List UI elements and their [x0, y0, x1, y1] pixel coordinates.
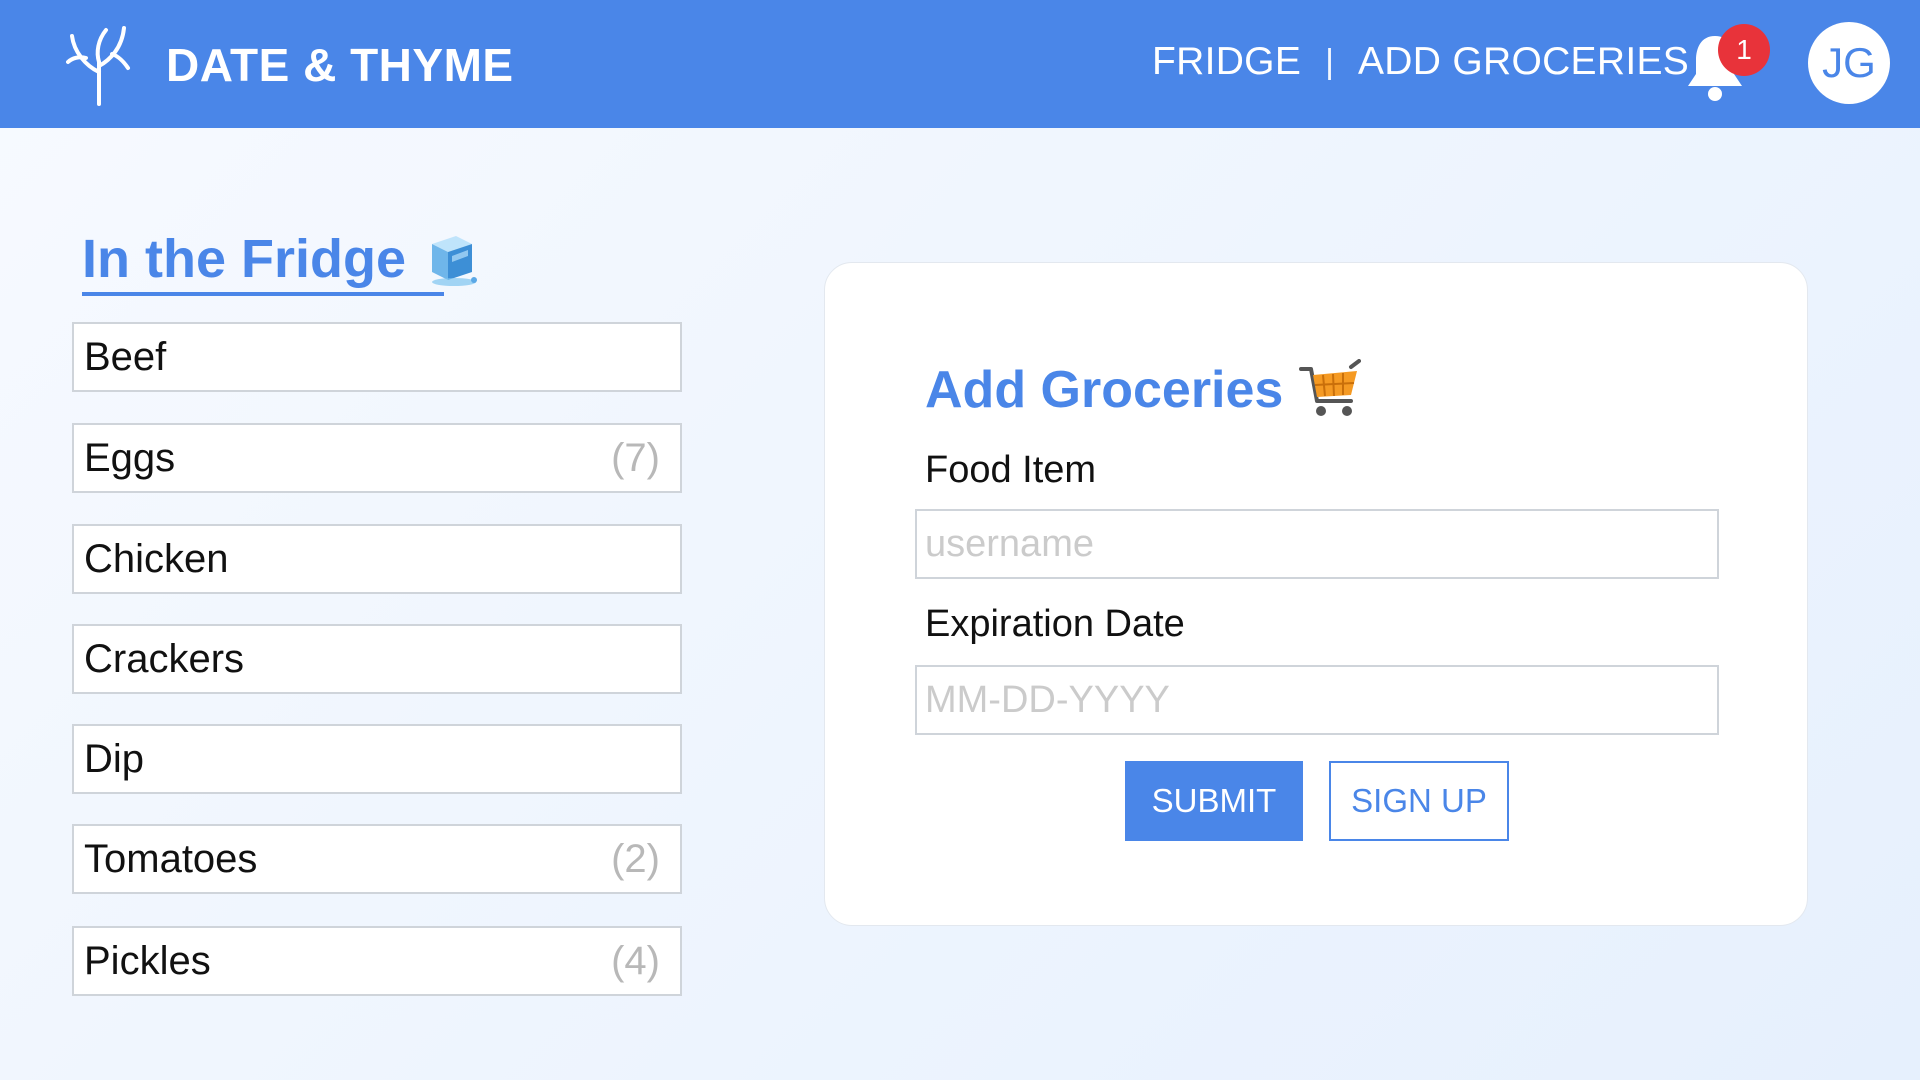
avatar[interactable]: JG	[1808, 22, 1890, 104]
item-name: Pickles	[84, 938, 211, 983]
item-count: (2)	[611, 836, 660, 881]
shopping-cart-icon	[1299, 359, 1362, 416]
item-count: (4)	[611, 938, 660, 983]
brand-name: DATE & THYME	[166, 39, 514, 91]
expiration-date-input[interactable]	[915, 665, 1719, 735]
item-count: (7)	[611, 435, 660, 480]
list-item[interactable]: Chicken	[72, 524, 682, 594]
list-item[interactable]: Tomatoes (2)	[72, 824, 682, 894]
item-name: Dip	[84, 736, 145, 781]
sprout-icon[interactable]	[66, 22, 132, 106]
list-item[interactable]: Pickles (4)	[72, 926, 682, 996]
item-name: Beef	[84, 334, 167, 379]
nav-link-add-groceries[interactable]: ADD GROCERIES	[1358, 40, 1689, 84]
add-groceries-heading: Add Groceries	[925, 359, 1362, 421]
notification-badge: 1	[1718, 24, 1770, 76]
expiration-date-label: Expiration Date	[925, 603, 1185, 645]
item-name: Crackers	[84, 636, 245, 681]
list-item[interactable]: Beef	[72, 322, 682, 392]
form-title: Add Groceries	[925, 361, 1284, 419]
sign-up-button[interactable]: SIGN UP	[1329, 761, 1509, 841]
submit-button[interactable]: SUBMIT	[1125, 761, 1303, 841]
list-item[interactable]: Dip	[72, 724, 682, 794]
top-navbar: DATE & THYME FRIDGE | ADD GROCERIES 1 JG	[0, 0, 1920, 128]
ice-cube-icon	[432, 236, 477, 286]
fridge-title: In the Fridge	[82, 229, 406, 289]
list-item[interactable]: Crackers	[72, 624, 682, 694]
fridge-heading: In the Fridge	[82, 228, 480, 290]
nav-separator: |	[1325, 42, 1334, 81]
food-item-label: Food Item	[925, 449, 1097, 491]
fridge-title-underline	[82, 292, 444, 296]
item-name: Chicken	[84, 536, 229, 581]
main-nav: FRIDGE | ADD GROCERIES	[1152, 40, 1689, 84]
add-groceries-card: Add Groceries Food Item Expiration Date …	[824, 262, 1808, 926]
nav-link-fridge[interactable]: FRIDGE	[1152, 40, 1301, 84]
item-name: Eggs	[84, 435, 176, 480]
item-name: Tomatoes	[84, 836, 258, 881]
food-item-input[interactable]	[915, 509, 1719, 579]
list-item[interactable]: Eggs (7)	[72, 423, 682, 493]
